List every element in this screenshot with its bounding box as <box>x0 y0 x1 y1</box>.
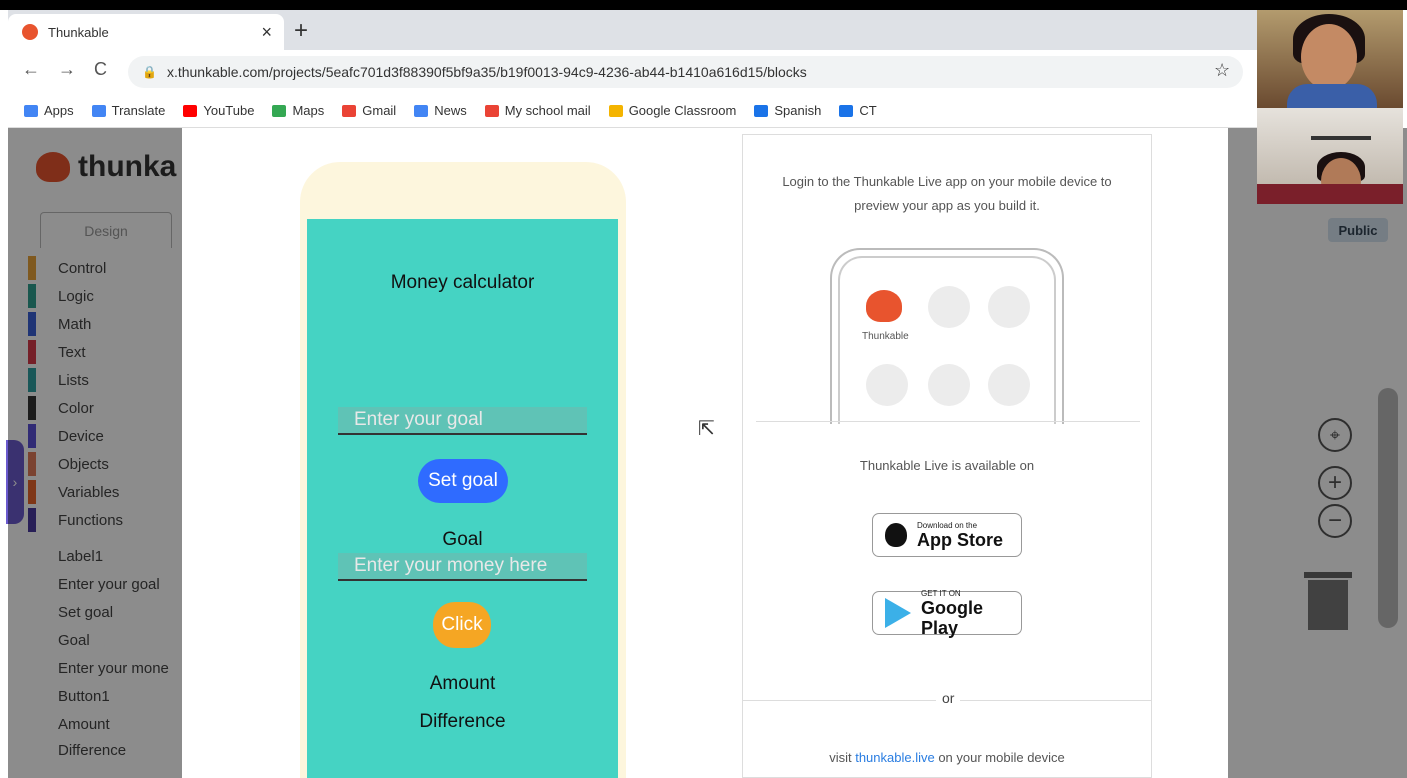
forward-button[interactable]: → <box>58 59 76 80</box>
gmail-icon <box>342 104 357 117</box>
address-bar[interactable]: 🔒 x.thunkable.com/projects/5eafc701d3f88… <box>128 56 1243 88</box>
browser-tab[interactable]: Thunkable × <box>8 14 284 50</box>
thunkable-app-icon <box>866 290 902 322</box>
money-input[interactable]: Enter your money here <box>338 553 587 581</box>
bookmarks-bar: Apps Translate YouTube Maps Gmail News M… <box>8 94 1257 128</box>
mouse-cursor-icon: ⇱ <box>698 418 715 440</box>
bookmark-classroom[interactable]: Google Classroom <box>608 103 736 118</box>
placeholder-app-icon <box>988 286 1030 328</box>
location-pin-icon <box>754 104 769 117</box>
video-participant-2 <box>1257 108 1403 204</box>
placeholder-app-icon <box>988 364 1030 406</box>
divider <box>756 421 1140 422</box>
location-pin-icon <box>839 104 854 117</box>
placeholder-app-icon <box>866 364 908 406</box>
bookmark-apps[interactable]: Apps <box>24 103 74 118</box>
placeholder-app-icon <box>928 364 970 406</box>
amount-label: Amount <box>429 673 496 694</box>
set-goal-button[interactable]: Set goal <box>418 459 508 503</box>
bookmark-spanish[interactable]: Spanish <box>754 103 821 118</box>
new-tab-button[interactable]: + <box>294 17 308 45</box>
thunkable-favicon-icon <box>22 24 38 40</box>
mini-app-label: Thunkable <box>862 331 909 342</box>
bookmark-ct[interactable]: CT <box>839 103 877 118</box>
top-bar <box>0 0 1407 10</box>
classroom-icon <box>608 104 623 117</box>
click-button[interactable]: Click <box>433 602 491 648</box>
bookmark-youtube[interactable]: YouTube <box>183 103 254 118</box>
google-play-icon <box>885 598 911 628</box>
lock-icon: 🔒 <box>142 65 157 79</box>
goal-input[interactable]: Enter your goal <box>338 407 587 435</box>
tab-title: Thunkable <box>48 24 109 40</box>
available-on-text: Thunkable Live is available on <box>859 458 1035 473</box>
thunkable-live-panel <box>742 134 1152 778</box>
or-separator: or <box>936 690 961 706</box>
app-store-small-text: Download on the <box>917 520 978 530</box>
bookmark-translate[interactable]: Translate <box>91 103 165 118</box>
back-button[interactable]: ← <box>22 59 40 80</box>
bookmark-star-icon[interactable]: ☆ <box>1214 60 1230 81</box>
bookmark-school-mail[interactable]: My school mail <box>484 103 591 118</box>
apple-icon <box>885 523 907 547</box>
title-label: Money calculator <box>390 272 535 293</box>
screen: Thunkable × + ← → C 🔒 x.thunkable.com/pr… <box>0 0 1407 778</box>
google-play-text: Google Play <box>921 597 983 638</box>
bookmark-news[interactable]: News <box>414 103 467 118</box>
reload-button[interactable]: C <box>94 59 107 80</box>
app-store-text: App Store <box>917 529 1004 550</box>
video-participant-1 <box>1257 10 1403 108</box>
google-play-small-text: GET IT ON <box>921 588 961 598</box>
thunkable-live-link[interactable]: thunkable.live <box>855 750 935 765</box>
live-intro-text: Login to the Thunkable Live app on your … <box>782 174 1112 213</box>
translate-icon <box>91 104 106 117</box>
news-icon <box>414 104 429 117</box>
bookmark-gmail[interactable]: Gmail <box>342 103 396 118</box>
bookmark-maps[interactable]: Maps <box>272 103 324 118</box>
close-tab-icon[interactable]: × <box>261 22 272 43</box>
gmail-icon <box>484 104 499 117</box>
url-text: x.thunkable.com/projects/5eafc701d3f8839… <box>166 64 807 80</box>
apps-grid-icon <box>24 104 38 117</box>
visit-text: visit thunkable.live on your mobile devi… <box>829 750 1065 765</box>
app-store-button[interactable]: Download on the App Store <box>872 513 1022 557</box>
maps-icon <box>272 104 287 117</box>
difference-label: Difference <box>419 711 506 732</box>
placeholder-app-icon <box>928 286 970 328</box>
goal-label: Goal <box>442 529 483 550</box>
youtube-icon <box>183 104 198 117</box>
google-play-button[interactable]: GET IT ON Google Play <box>872 588 1022 638</box>
